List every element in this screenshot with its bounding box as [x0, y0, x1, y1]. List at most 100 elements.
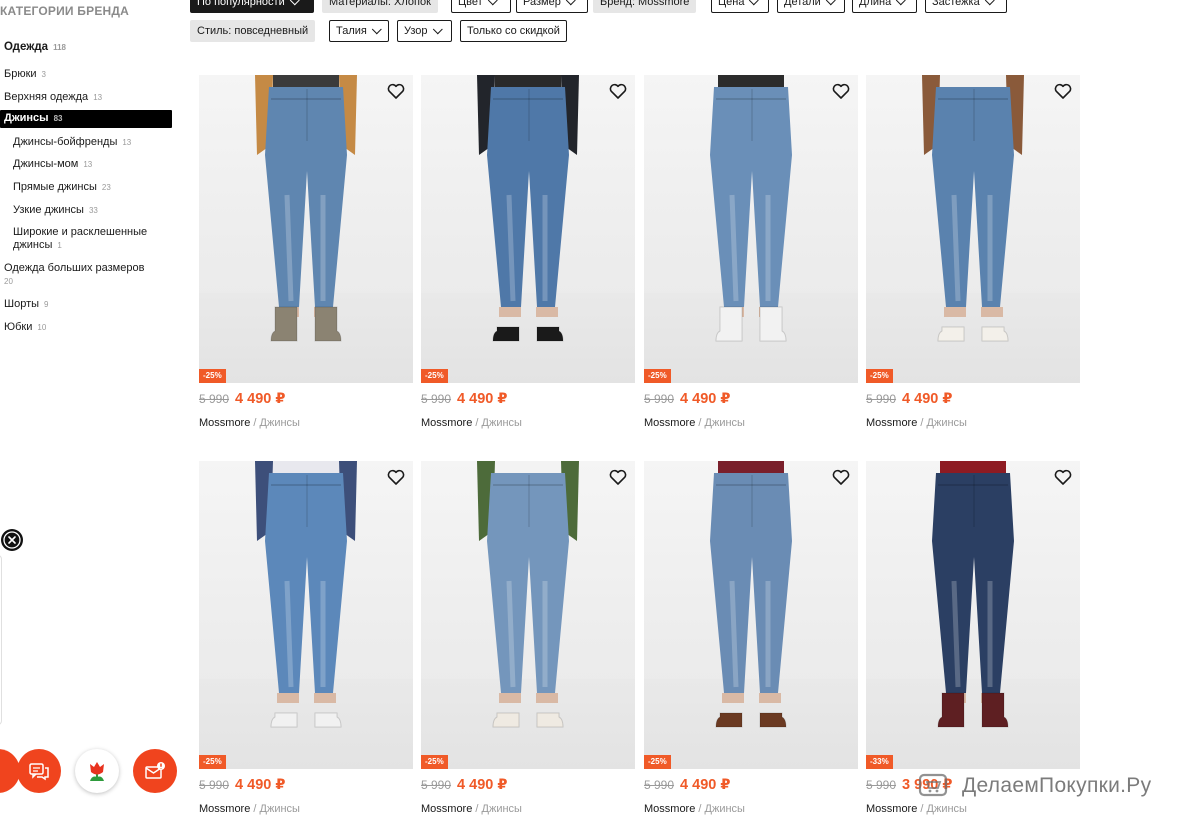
filter-style-chip[interactable]: Стиль: повседневный: [190, 20, 316, 42]
category-label: Джинсы-бойфренды: [13, 136, 118, 148]
favorite-heart-icon[interactable]: [387, 83, 405, 99]
favorite-heart-icon[interactable]: [387, 469, 405, 485]
product-meta: Mossmore / Джинсы: [199, 417, 300, 429]
filter-price[interactable]: Цена: [711, 0, 769, 13]
filter-material-label: Материалы: Хлопок: [329, 0, 431, 8]
old-price: 5 990: [644, 778, 675, 792]
product-photo[interactable]: -25%: [421, 75, 635, 383]
product-photo[interactable]: -25%: [199, 75, 413, 383]
category-outerwear[interactable]: Верхняя одежда 13: [4, 91, 102, 104]
category-count: 23: [101, 183, 111, 192]
category-plus-size[interactable]: Одежда больших размеров 20: [4, 262, 169, 288]
filter-details[interactable]: Детали: [777, 0, 845, 13]
product-category: Джинсы: [926, 417, 967, 429]
sale-price: 4 490 ₽: [902, 391, 953, 407]
old-price: 5 990: [421, 778, 452, 792]
category-boyfriend-jeans[interactable]: Джинсы-бойфренды 13: [13, 136, 131, 149]
favorite-heart-icon[interactable]: [832, 83, 850, 99]
feedback-button[interactable]: [133, 749, 177, 793]
chat-button[interactable]: [17, 749, 61, 793]
category-shorts[interactable]: Шорты 9: [4, 298, 48, 311]
category-straight-jeans[interactable]: Прямые джинсы 23: [13, 181, 111, 194]
chevron-down-icon: [371, 23, 382, 34]
product-card[interactable]: -25% 5 990 4 490 ₽ Mossmore / Джинсы: [866, 75, 1080, 429]
filter-discount-only[interactable]: Только со скидкой: [460, 20, 567, 42]
discount-badge: -25%: [644, 369, 671, 383]
close-widget-button[interactable]: [1, 529, 23, 551]
category-count: 9: [44, 300, 49, 309]
product-brand[interactable]: Mossmore: [199, 417, 250, 429]
discount-badge: -25%: [644, 755, 671, 769]
sort-dropdown[interactable]: По популярности: [190, 0, 314, 13]
product-meta: Mossmore / Джинсы: [421, 417, 522, 429]
product-photo[interactable]: -25%: [644, 75, 858, 383]
category-clothing[interactable]: Одежда 118: [4, 41, 66, 54]
product-brand[interactable]: Mossmore: [421, 803, 472, 815]
product-brand[interactable]: Mossmore: [644, 803, 695, 815]
product-photo[interactable]: -25%: [199, 461, 413, 769]
filter-fastener[interactable]: Застежка: [925, 0, 1007, 13]
filter-material-chip[interactable]: Материалы: Хлопок: [322, 0, 438, 13]
favorite-heart-icon[interactable]: [609, 83, 627, 99]
product-brand[interactable]: Mossmore: [644, 417, 695, 429]
category-mom-jeans[interactable]: Джинсы-мом 13: [13, 158, 92, 171]
product-brand[interactable]: Mossmore: [421, 417, 472, 429]
product-card[interactable]: -25% 5 990 4 490 ₽ Mossmore / Джинсы: [421, 75, 635, 429]
category-count: 1: [57, 241, 62, 250]
category-label: Одежда: [4, 41, 49, 53]
filter-pattern[interactable]: Узор: [397, 20, 452, 42]
product-meta: Mossmore / Джинсы: [866, 803, 967, 815]
filter-fastener-label: Застежка: [932, 0, 980, 8]
model-illustration: [710, 461, 792, 728]
model-illustration: [710, 75, 792, 342]
favorite-heart-icon[interactable]: [832, 469, 850, 485]
filter-size-label: Размер: [523, 0, 561, 8]
chevron-down-icon: [896, 0, 906, 5]
filter-size[interactable]: Размер: [516, 0, 588, 13]
sale-price: 4 490 ₽: [457, 391, 508, 407]
product-meta: Mossmore / Джинсы: [421, 803, 522, 815]
price-row: 5 990 4 490 ₽: [421, 391, 507, 407]
category-label: Брюки: [4, 68, 37, 80]
category-label: Узкие джинсы: [13, 204, 84, 216]
product-card[interactable]: -25% 5 990 4 490 ₽ Mossmore / Джинсы: [644, 461, 858, 815]
category-count: 13: [93, 93, 103, 102]
category-skinny-jeans[interactable]: Узкие джинсы 33: [13, 204, 98, 217]
filter-details-label: Детали: [784, 0, 821, 8]
promo-widget-button[interactable]: [75, 749, 119, 793]
category-count: 33: [88, 206, 98, 215]
side-panel-edge: [0, 555, 2, 725]
product-photo[interactable]: -33%: [866, 461, 1080, 769]
product-card[interactable]: -25% 5 990 4 490 ₽ Mossmore / Джинсы: [421, 461, 635, 815]
filter-brand-chip[interactable]: Бренд: Mossmore: [593, 0, 697, 13]
filter-color[interactable]: Цвет: [451, 0, 511, 13]
category-wide-flared-jeans[interactable]: Широкие и расклешенные джинсы 1: [13, 226, 178, 252]
product-card[interactable]: -25% 5 990 4 490 ₽ Mossmore / Джинсы: [644, 75, 858, 429]
product-photo[interactable]: -25%: [644, 461, 858, 769]
product-category: Джинсы: [259, 803, 300, 815]
filter-waist[interactable]: Талия: [329, 20, 389, 42]
product-card[interactable]: -25% 5 990 4 490 ₽ Mossmore / Джинсы: [199, 461, 413, 815]
favorite-heart-icon[interactable]: [1054, 83, 1072, 99]
category-jeans-active[interactable]: Джинсы 83: [0, 110, 172, 128]
old-price: 5 990: [199, 778, 230, 792]
category-skirts[interactable]: Юбки 10: [4, 321, 46, 334]
old-price: 5 990: [866, 392, 897, 406]
brand-categories-sidebar: КАТЕГОРИИ БРЕНДА Одежда 118 Брюки 3 Верхня…: [0, 0, 180, 816]
meta-separator: /: [920, 417, 924, 429]
product-photo[interactable]: -25%: [866, 75, 1080, 383]
filter-length[interactable]: Длина: [852, 0, 917, 13]
product-brand[interactable]: Mossmore: [866, 803, 917, 815]
sale-price: 4 490 ₽: [680, 777, 731, 793]
product-photo[interactable]: -25%: [421, 461, 635, 769]
category-trousers[interactable]: Брюки 3: [4, 68, 46, 81]
old-price: 5 990: [421, 392, 452, 406]
favorite-heart-icon[interactable]: [1054, 469, 1072, 485]
product-brand[interactable]: Mossmore: [199, 803, 250, 815]
product-card[interactable]: -25% 5 990 4 490 ₽ Mossmore / Джинсы: [199, 75, 413, 429]
favorite-heart-icon[interactable]: [609, 469, 627, 485]
chevron-down-icon: [432, 23, 443, 34]
product-brand[interactable]: Mossmore: [866, 417, 917, 429]
product-card[interactable]: -33% 5 990 3 990 ₽ Mossmore / Джинсы: [866, 461, 1080, 815]
category-label: Джинсы-мом: [13, 158, 79, 170]
